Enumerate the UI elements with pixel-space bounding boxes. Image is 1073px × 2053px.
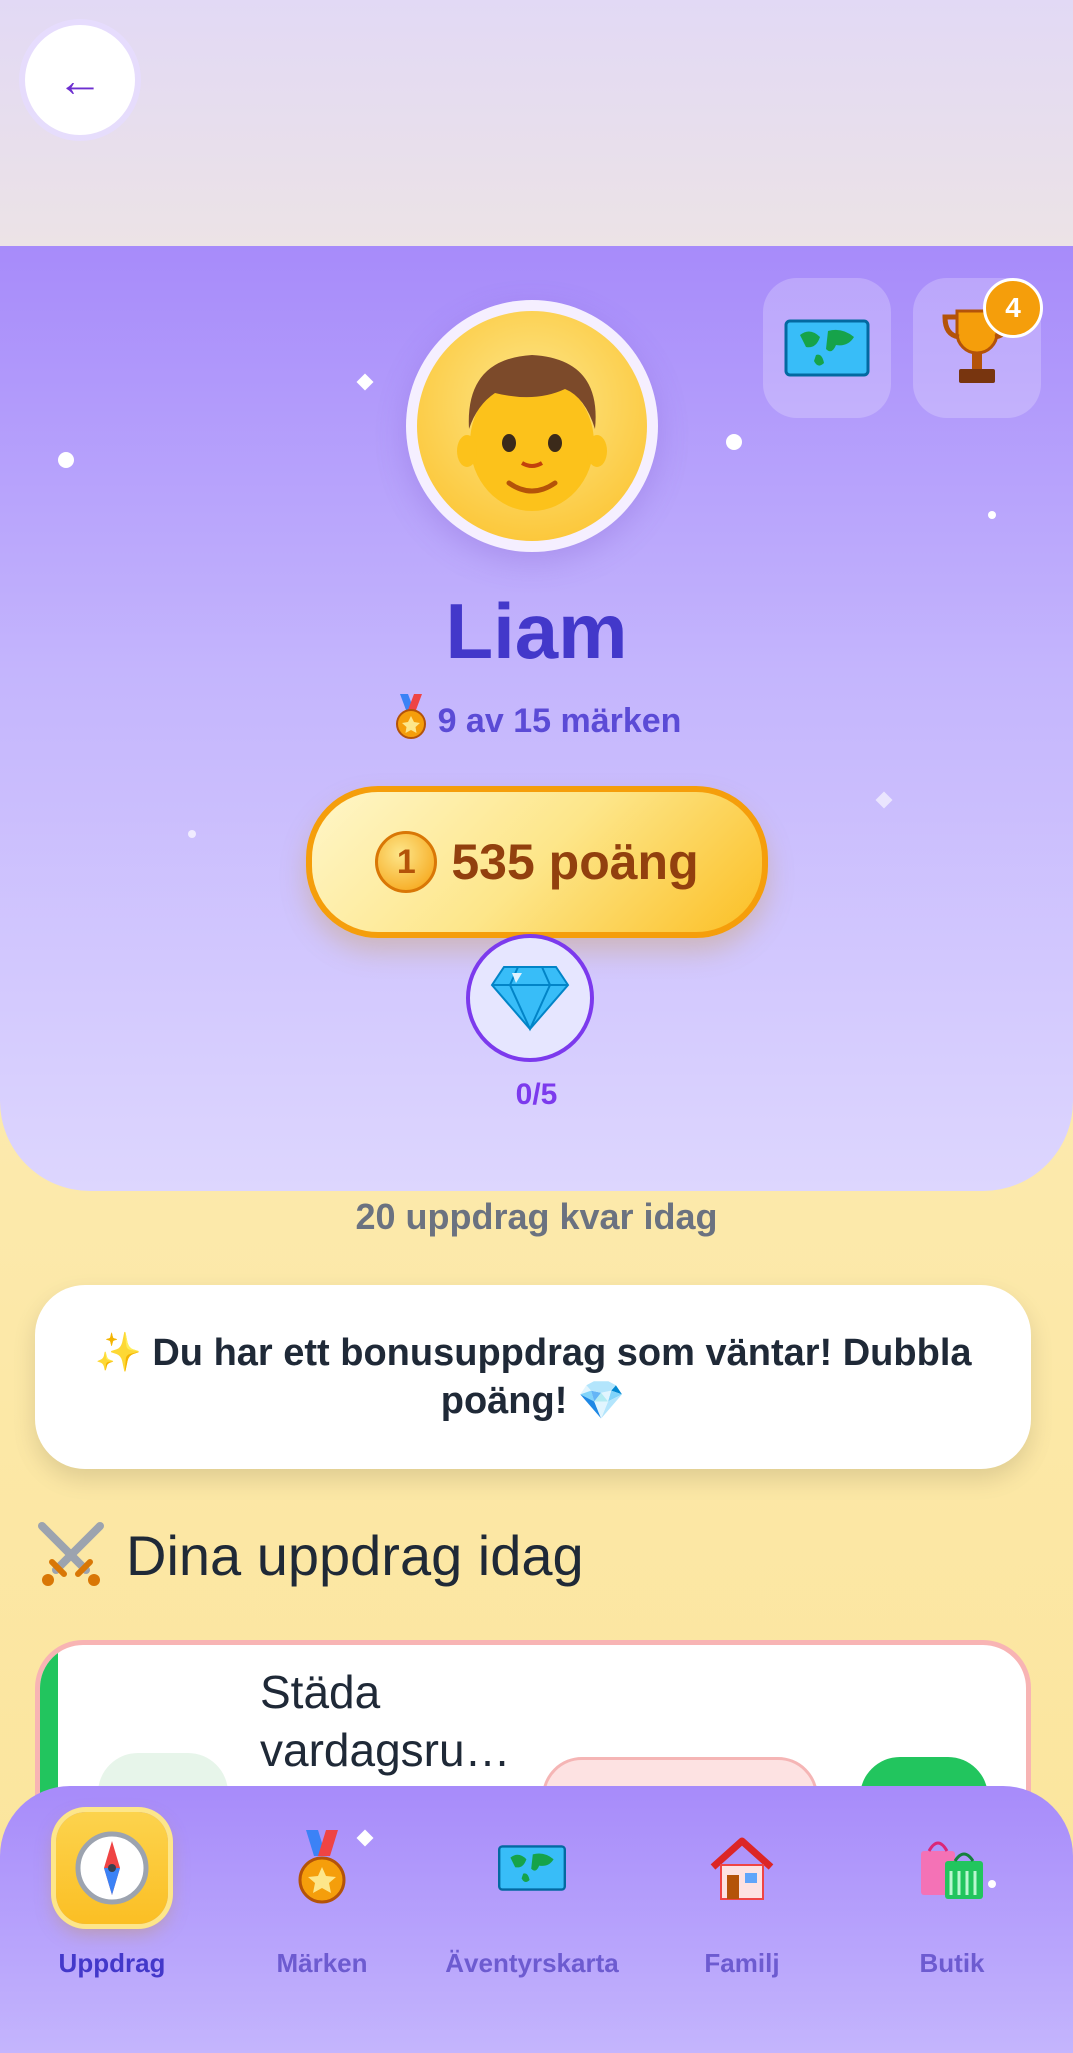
task-title: Städa vardagsru… [260,1666,511,1776]
map-button[interactable] [763,278,891,418]
sparkle-dot [188,830,196,838]
avatar [406,300,658,552]
section-title-text: Dina uppdrag idag [126,1523,584,1587]
section-title: Dina uppdrag idag [34,1518,584,1592]
house-icon [710,1837,774,1900]
sparkle-dot [988,511,996,519]
nav-label: Märken [276,1948,368,1978]
gem-icon [490,966,570,1032]
profile-name: Liam [445,587,628,675]
sparkle-diamond [356,373,374,391]
shopping-bags-icon [921,1841,983,1899]
top-bar: ← [0,0,1073,246]
nav-item-familj[interactable]: Familj [637,1812,847,2012]
nav-label: Äventyrskarta [445,1948,619,1978]
map-icon [784,319,870,377]
nav-label: Uppdrag [58,1948,166,1978]
bottom-nav: Uppdrag Märken Äventyrskarta Familj Buti… [0,1786,1073,2053]
trophy-count-badge: 4 [983,278,1043,338]
nav-label: Familj [704,1948,780,1978]
gem-progress-ring [466,934,594,1062]
profile-hero: 4 Liam 9 av 15 märken 1 535 poäng 0/5 [0,246,1073,1191]
missions-left-text: 20 uppdrag kvar idag [355,1196,718,1237]
bonus-mission-text: ✨ Du har ett bonusuppdrag som väntar! Du… [94,1332,972,1422]
badge-progress-text: 9 av 15 märken [437,702,682,740]
sparkle-dot [726,434,742,450]
trophy-button[interactable]: 4 [913,278,1043,418]
gem-progress-text: 0/5 [515,1078,558,1111]
sparkle-dot [58,452,74,468]
compass-icon [75,1831,149,1905]
nav-item-aventyrskarta[interactable]: Äventyrskarta [427,1812,637,2012]
bonus-mission-card[interactable]: ✨ Du har ett bonusuppdrag som väntar! Du… [35,1285,1031,1469]
sparkle-diamond [875,791,893,809]
nav-item-butik[interactable]: Butik [847,1812,1057,2012]
medal-icon [298,1830,346,1904]
nav-item-uppdrag[interactable]: Uppdrag [7,1812,217,2012]
nav-label: Butik [919,1948,985,1978]
medal-icon [395,694,426,739]
crossed-swords-icon [38,1522,104,1586]
back-arrow-icon: ← [57,54,103,106]
points-text: 535 poäng [451,834,699,890]
nav-item-marken[interactable]: Märken [217,1812,427,2012]
back-button[interactable]: ← [25,25,135,135]
boy-avatar-icon [457,355,607,511]
coin-icon: 1 [375,831,438,893]
points-pill: 1 535 poäng [306,786,768,938]
badge-progress: 9 av 15 märken [0,694,1073,742]
map-icon [498,1845,566,1891]
